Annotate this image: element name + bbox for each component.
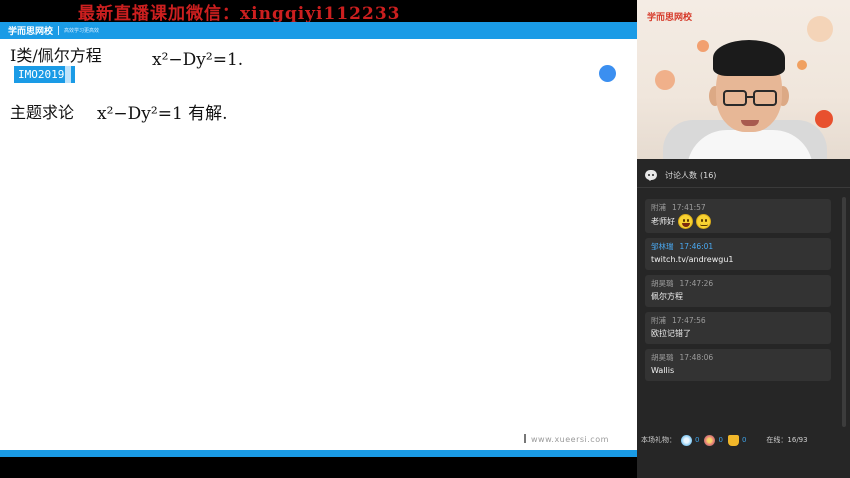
gift-count: 0 — [695, 436, 700, 444]
chat-message-body: 欧拉记错了 — [651, 329, 691, 338]
chat-message-user: 附浦 — [651, 203, 666, 212]
grin-emoji-icon — [678, 214, 693, 229]
problem-tag-text: IMO2019 — [18, 68, 65, 81]
chat-message-body: twitch.tv/andrewgu1 — [651, 255, 734, 264]
chat-message-time: 17:41:57 — [672, 203, 706, 212]
chat-message-meta: 附浦 17:41:57 — [651, 202, 825, 214]
online-label: 在线： — [766, 436, 788, 444]
chat-message-text: 佩尔方程 — [651, 290, 825, 303]
chat-message-time: 17:46:01 — [679, 242, 714, 251]
chat-message-meta: 胡昊璐 17:48:06 — [651, 352, 825, 364]
board-line1-right: x²−Dy²=1. — [152, 50, 244, 70]
tag-highlight — [65, 66, 72, 83]
chat-message: 附浦 17:41:57 老师好 — [645, 199, 831, 233]
live-class-window: 最新直播课加微信：xingqiyi112233 学而思网校 高效学习更高效 I类… — [0, 0, 850, 478]
glasses-lens — [753, 90, 777, 106]
site-url: www.xueersi.com — [524, 434, 609, 444]
chat-message-text: 老师好 — [651, 214, 825, 229]
chat-message-user: 附浦 — [651, 316, 666, 325]
chat-message-body: 老师好 — [651, 217, 675, 226]
video-logo: 学而思网校 — [647, 13, 693, 23]
glasses-lens — [723, 90, 747, 106]
chat-message: 邹林瑞 17:46:01 twitch.tv/andrewgu1 — [645, 238, 831, 270]
chat-message: 胡昊璐 17:47:26 佩尔方程 — [645, 275, 831, 307]
online-count: 16/93 — [787, 436, 808, 444]
glasses-bridge — [747, 96, 753, 98]
chat-message-user: 胡昊璐 — [651, 279, 674, 288]
snowflake-icon — [681, 434, 692, 446]
chat-bubble-icon — [645, 170, 657, 181]
chat-header-label: 讨论人数 — [665, 170, 697, 180]
chat-message-meta: 胡昊璐 17:47:26 — [651, 278, 825, 290]
chat-message-time: 17:47:26 — [679, 279, 714, 288]
gift-count: 0 — [741, 436, 747, 444]
whiteboard: I类/佩尔方程 x²−Dy²=1. 主题求论 x²−Dy²=1 有解. www.… — [0, 39, 637, 450]
trophy-icon — [727, 434, 739, 446]
brand-divider — [58, 26, 60, 35]
board-line2-right: x²−Dy²=1 有解. — [97, 104, 228, 124]
gift-footer: 本场礼物： 0 0 0 在线： 16/93 — [637, 433, 850, 447]
bottom-black-bar — [0, 457, 637, 478]
gifts-label: 本场礼物： — [641, 436, 676, 444]
teacher-video[interactable]: 学而思网校 — [637, 0, 850, 159]
gift-trophy[interactable]: 0 — [727, 434, 747, 446]
chat-header-count: (16) — [700, 170, 717, 180]
chat-message-meta: 邹林瑞 17:46:01 — [651, 241, 825, 253]
chat-header: 讨论人数 (16) — [637, 164, 850, 186]
gift-count: 0 — [718, 436, 723, 444]
watermark-text: 最新直播课加微信：xingqiyi112233 — [78, 4, 401, 24]
brand-name: 学而思网校 — [8, 27, 54, 37]
board-line2-left: 主题求论 — [10, 103, 75, 122]
chat-message-body: 佩尔方程 — [651, 292, 683, 301]
chat-message-time: 17:48:06 — [679, 353, 714, 362]
chat-message-user: 胡昊璐 — [651, 353, 674, 362]
chat-message-user: 邹林瑞 — [651, 242, 674, 251]
problem-tag: IMO2019 — [14, 66, 76, 83]
chat-message-text: Wallis — [651, 364, 825, 377]
bokeh-dot — [697, 40, 709, 52]
chat-divider — [637, 187, 850, 188]
chat-message-text: twitch.tv/andrewgu1 — [651, 253, 825, 266]
pointer-dot — [599, 65, 616, 82]
bokeh-dot — [807, 16, 833, 42]
chat-message: 胡昊璐 17:48:06 Wallis — [645, 349, 831, 381]
chat-message-body: Wallis — [651, 366, 675, 375]
chat-message: 附浦 17:47:56 欧拉记错了 — [645, 312, 831, 344]
gift-flower[interactable]: 0 — [704, 434, 723, 446]
brand-slogan: 高效学习更高效 — [64, 28, 100, 34]
bokeh-dot — [815, 110, 833, 128]
smile-emoji-icon — [696, 214, 711, 229]
right-panel: 学而思网校 讨论人数 (16) 附浦 17:41:57 老师好 邹林瑞 17:4… — [637, 0, 850, 478]
chat-message-meta: 附浦 17:47:56 — [651, 315, 825, 327]
flower-icon — [704, 434, 716, 446]
chat-message-list[interactable]: 附浦 17:41:57 老师好 邹林瑞 17:46:01 twitch.tv/and… — [645, 199, 831, 386]
teacher-hair — [713, 40, 785, 76]
gift-snowflake[interactable]: 0 — [681, 434, 700, 446]
top-black-bar: 最新直播课加微信：xingqiyi112233 — [0, 0, 637, 24]
chat-message-time: 17:47:56 — [672, 316, 706, 325]
chat-message-text: 欧拉记错了 — [651, 327, 825, 340]
chat-scrollbar[interactable] — [842, 197, 846, 427]
bokeh-dot — [797, 60, 807, 70]
bottom-brand-strip — [0, 450, 637, 457]
brand-bar: 学而思网校 高效学习更高效 — [0, 22, 637, 39]
board-line1-left: I类/佩尔方程 — [10, 46, 102, 65]
bokeh-dot — [655, 70, 675, 90]
